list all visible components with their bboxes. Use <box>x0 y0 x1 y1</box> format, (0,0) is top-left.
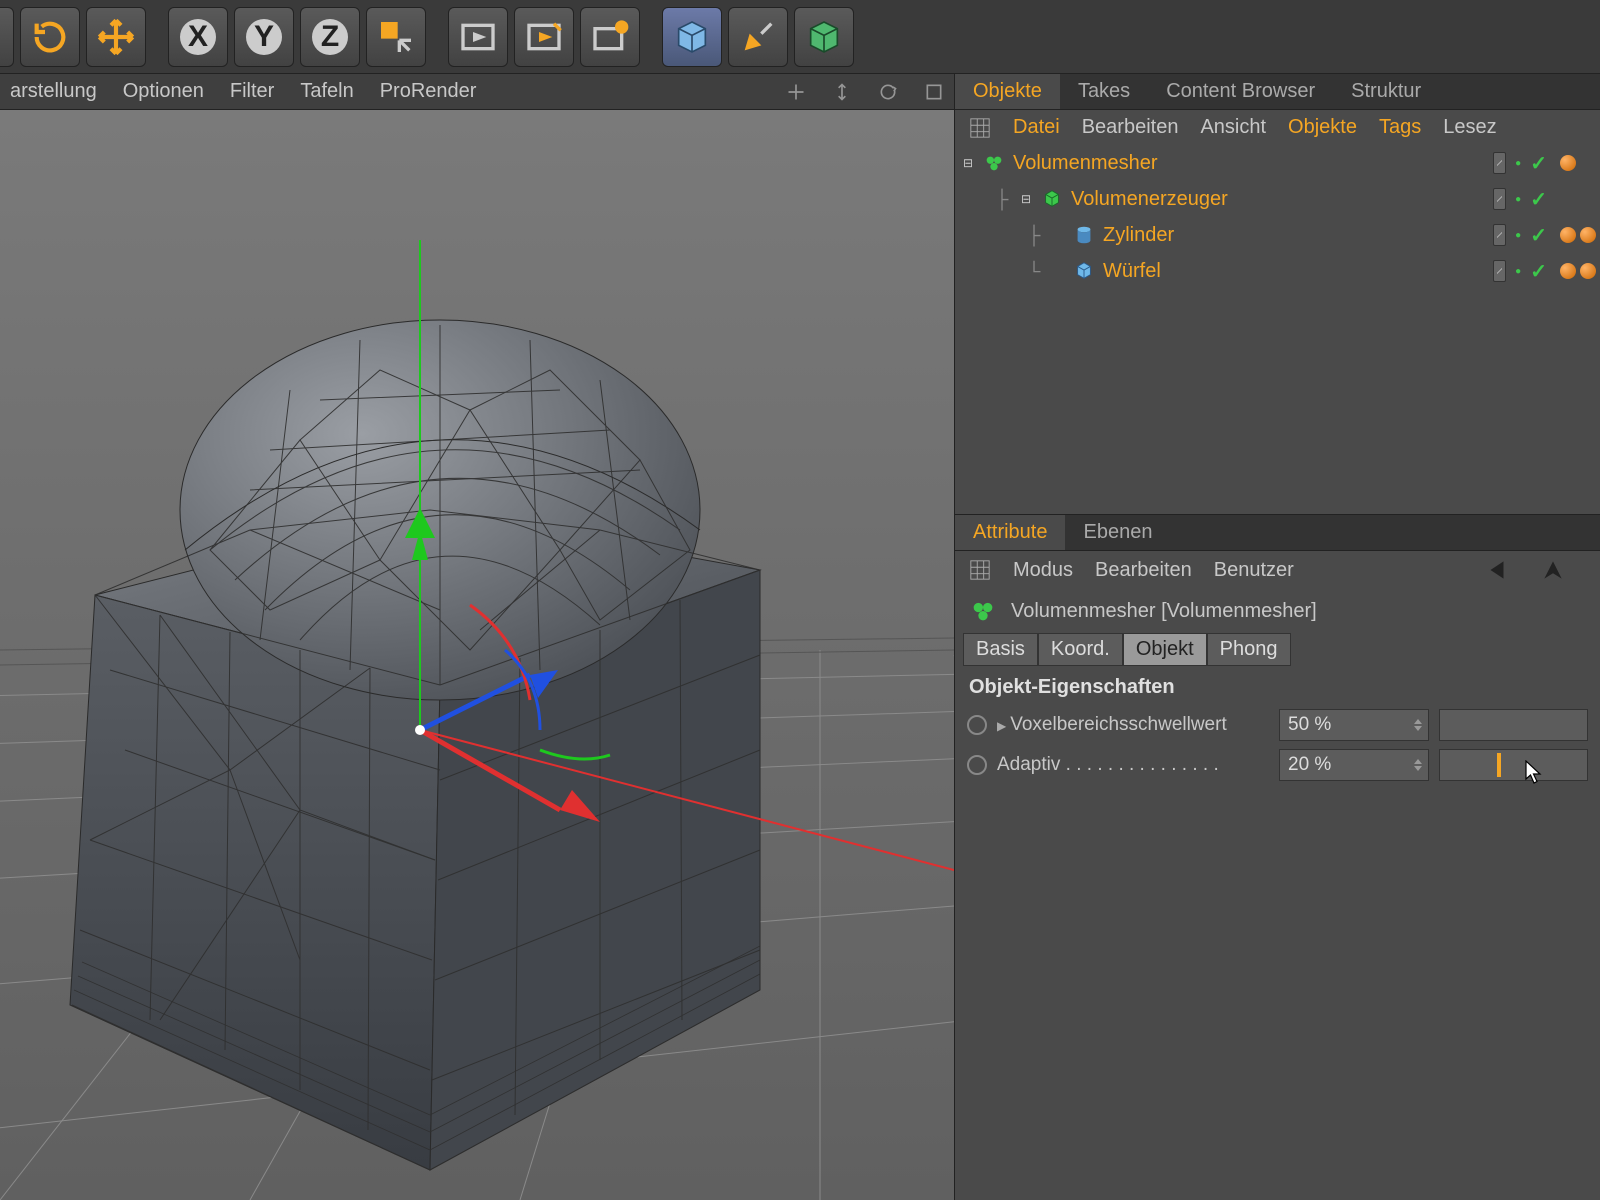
render-settings-button[interactable] <box>580 7 640 67</box>
render-dot[interactable] <box>1512 152 1524 174</box>
vp-menu-darstellung[interactable]: arstellung <box>10 80 97 103</box>
axis-z-button[interactable]: Z <box>300 7 360 67</box>
objmenu-bearbeiten[interactable]: Bearbeiten <box>1082 116 1179 139</box>
visibility-check[interactable] <box>1530 260 1547 282</box>
attrmenu-modus[interactable]: Modus <box>1013 559 1073 582</box>
layer-toggle[interactable] <box>1493 152 1506 174</box>
hierarchy-row[interactable]: ├⊟Volumenerzeuger <box>955 181 1600 217</box>
attr-panel-tabs: Attribute Ebenen <box>955 515 1600 551</box>
hierarchy-row[interactable]: ⊟ Volumenmesher <box>955 145 1600 181</box>
grid-icon[interactable] <box>969 117 991 139</box>
vp-zoom-icon[interactable] <box>832 82 852 102</box>
refresh-button[interactable] <box>20 7 80 67</box>
objmenu-objekte[interactable]: Objekte <box>1288 116 1357 139</box>
objmenu-datei[interactable]: Datei <box>1013 116 1060 139</box>
top-toolbar: X Y Z <box>0 0 1600 74</box>
objmenu-lesez[interactable]: Lesez <box>1443 116 1496 139</box>
axis-x-button[interactable]: X <box>168 7 228 67</box>
panel-tabs: Objekte Takes Content Browser Struktur <box>955 74 1600 110</box>
vp-move-icon[interactable] <box>786 82 806 102</box>
phong-tag-icon[interactable] <box>1560 155 1576 171</box>
property-value-input[interactable]: 50 % <box>1279 709 1429 741</box>
tab-ebenen[interactable]: Ebenen <box>1065 515 1170 550</box>
atab-phong[interactable]: Phong <box>1207 633 1291 666</box>
spline-pen-button[interactable] <box>728 7 788 67</box>
object-name[interactable]: Zylinder <box>1103 224 1174 247</box>
property-slider[interactable] <box>1439 709 1588 741</box>
attr-blank-area <box>955 785 1600 1200</box>
render-dot[interactable] <box>1512 224 1524 246</box>
render-dot[interactable] <box>1512 260 1524 282</box>
move-button[interactable] <box>86 7 146 67</box>
render-view-button[interactable] <box>448 7 508 67</box>
axis-y-button[interactable]: Y <box>234 7 294 67</box>
objmenu-tags[interactable]: Tags <box>1379 116 1421 139</box>
tab-content-browser[interactable]: Content Browser <box>1148 74 1333 109</box>
attr-sub-tabs: Basis Koord. Objekt Phong <box>955 633 1600 666</box>
nav-up-icon[interactable] <box>1540 557 1566 583</box>
property-anim-toggle[interactable] <box>967 755 987 775</box>
expand-toggle[interactable]: ⊟ <box>961 156 975 170</box>
volumenmesher-icon <box>969 597 997 625</box>
property-row: Adaptiv . . . . . . . . . . . . . . . 20… <box>955 745 1600 785</box>
attr-menu: Modus Bearbeiten Benutzer <box>955 551 1600 589</box>
phong-tag-icon[interactable] <box>1580 227 1596 243</box>
tab-objekte[interactable]: Objekte <box>955 74 1060 109</box>
primitive-cube-button[interactable] <box>662 7 722 67</box>
atab-basis[interactable]: Basis <box>963 633 1038 666</box>
vp-rotate-icon[interactable] <box>878 82 898 102</box>
tab-struktur[interactable]: Struktur <box>1333 74 1439 109</box>
property-slider[interactable] <box>1439 749 1588 781</box>
expand-toggle[interactable]: ⊟ <box>1019 192 1033 206</box>
coord-system-button[interactable] <box>366 7 426 67</box>
property-row: ▶Voxelbereichsschwellwert 50 % <box>955 705 1600 745</box>
object-hierarchy[interactable]: ⊟Volumenmesher├⊟Volumenerzeuger├Zylinder… <box>955 145 1600 515</box>
vp-maximize-icon[interactable] <box>924 82 944 102</box>
undo-button[interactable] <box>0 7 14 67</box>
tab-takes[interactable]: Takes <box>1060 74 1148 109</box>
viewport-3d[interactable] <box>0 110 954 1200</box>
vp-menu-filter[interactable]: Filter <box>230 80 274 103</box>
objmenu-ansicht[interactable]: Ansicht <box>1200 116 1266 139</box>
object-name[interactable]: Volumenerzeuger <box>1071 188 1228 211</box>
hierarchy-row[interactable]: ├Zylinder <box>955 217 1600 253</box>
visibility-check[interactable] <box>1530 224 1547 246</box>
property-label: Adaptiv . . . . . . . . . . . . . . . <box>997 754 1269 776</box>
phong-tag-icon[interactable] <box>1560 227 1576 243</box>
attr-object-header: Volumenmesher [Volumenmesher] <box>955 589 1600 633</box>
render-picture-button[interactable] <box>514 7 574 67</box>
generator-button[interactable] <box>794 7 854 67</box>
object-manager-menu: Datei Bearbeiten Ansicht Objekte Tags Le… <box>955 110 1600 145</box>
phong-tag-icon[interactable] <box>1560 263 1576 279</box>
viewport-menu: arstellung Optionen Filter Tafeln ProRen… <box>0 74 954 110</box>
vp-menu-optionen[interactable]: Optionen <box>123 80 204 103</box>
property-label: ▶Voxelbereichsschwellwert <box>997 714 1269 736</box>
property-value-input[interactable]: 20 % <box>1279 749 1429 781</box>
attrmenu-bearbeiten[interactable]: Bearbeiten <box>1095 559 1192 582</box>
layer-toggle[interactable] <box>1493 224 1506 246</box>
atab-koord[interactable]: Koord. <box>1038 633 1123 666</box>
nav-back-icon[interactable] <box>1484 557 1510 583</box>
vp-menu-prorender[interactable]: ProRender <box>380 80 477 103</box>
object-name[interactable]: Würfel <box>1103 260 1161 283</box>
layer-toggle[interactable] <box>1493 260 1506 282</box>
layer-toggle[interactable] <box>1493 188 1506 210</box>
vp-menu-tafeln[interactable]: Tafeln <box>300 80 353 103</box>
property-anim-toggle[interactable] <box>967 715 987 735</box>
tab-attribute[interactable]: Attribute <box>955 515 1065 550</box>
visibility-check[interactable] <box>1530 152 1547 174</box>
section-header: Objekt-Eigenschaften <box>955 666 1600 705</box>
visibility-check[interactable] <box>1530 188 1547 210</box>
phong-tag-icon[interactable] <box>1580 263 1596 279</box>
render-dot[interactable] <box>1512 188 1524 210</box>
object-name[interactable]: Volumenmesher <box>1013 152 1158 175</box>
grid-icon[interactable] <box>969 559 991 581</box>
attrmenu-benutzer[interactable]: Benutzer <box>1214 559 1294 582</box>
attr-object-title: Volumenmesher [Volumenmesher] <box>1011 600 1317 623</box>
hierarchy-row[interactable]: └Würfel <box>955 253 1600 289</box>
atab-objekt[interactable]: Objekt <box>1123 633 1207 666</box>
